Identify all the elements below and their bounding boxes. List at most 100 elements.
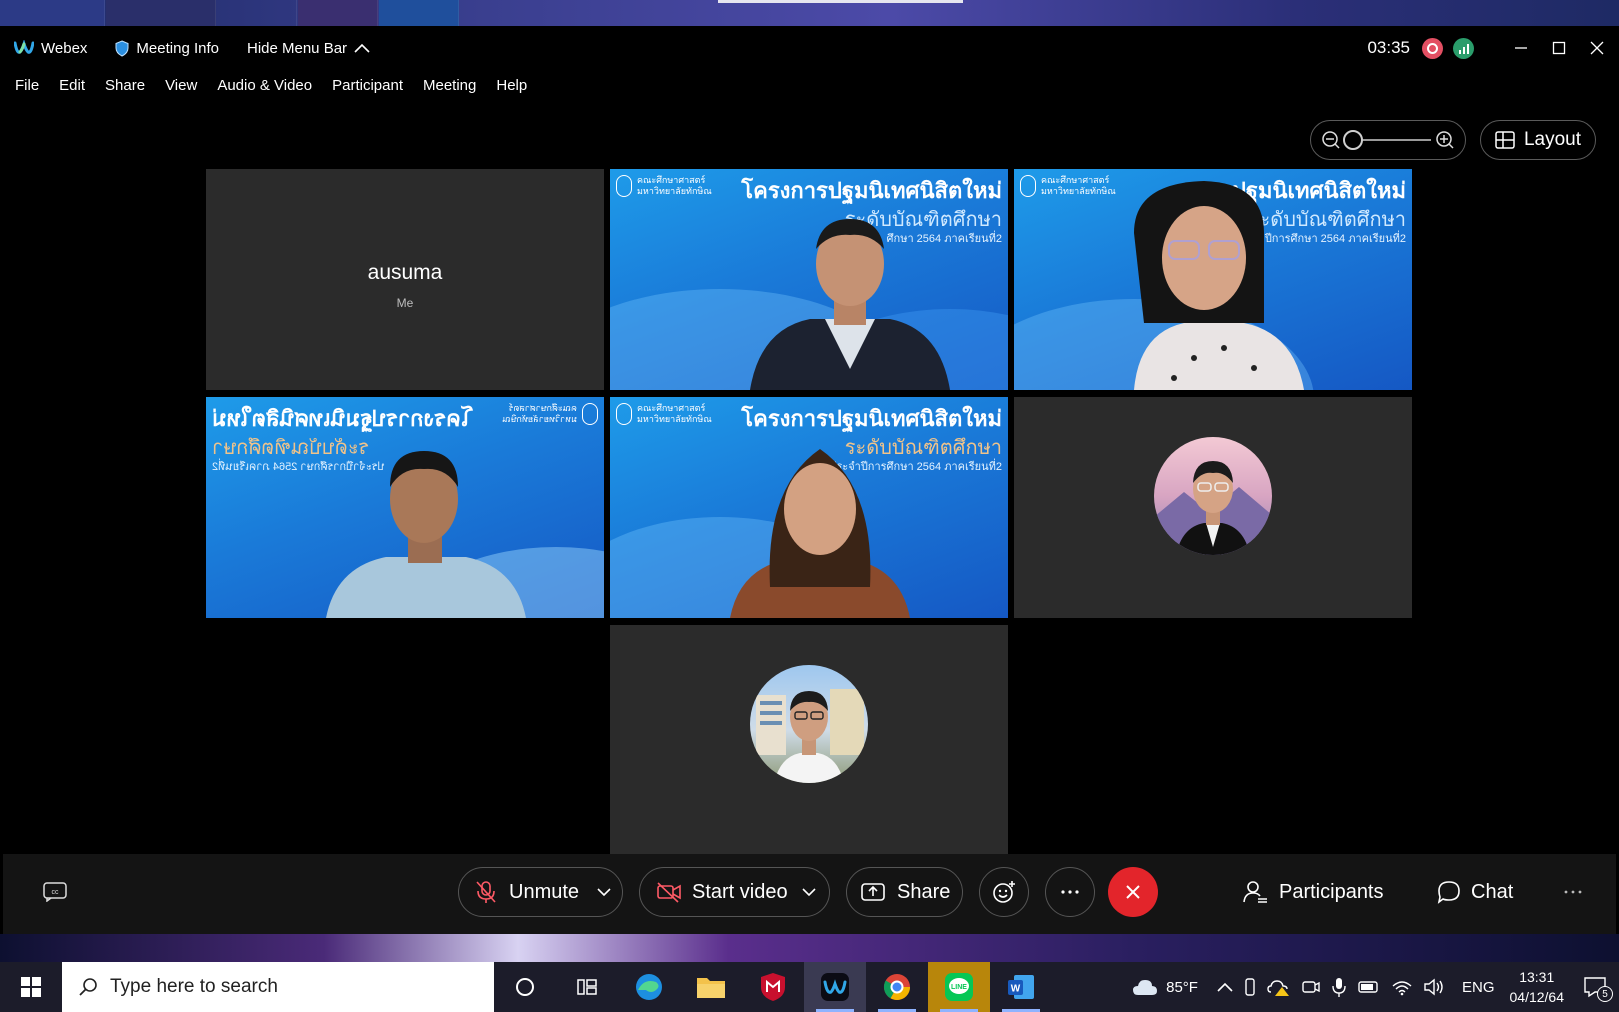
line-taskbar-button[interactable]: LINE — [928, 962, 990, 1012]
leave-meeting-button[interactable] — [1108, 867, 1158, 917]
webex-window: Webex Meeting Info Hide Menu Bar 03:35 F… — [3, 26, 1616, 934]
participants-icon — [1243, 881, 1267, 903]
closed-captions-icon: cc — [43, 882, 67, 903]
wifi-icon[interactable] — [1391, 978, 1413, 996]
microphone-muted-icon — [476, 881, 496, 903]
desktop-icon[interactable] — [379, 0, 459, 26]
video-tile-participant-5[interactable] — [1014, 397, 1412, 618]
participants-label: Participants — [1279, 880, 1384, 903]
chevron-down-icon[interactable] — [597, 887, 611, 897]
clock-date: 04/12/64 — [1509, 989, 1565, 1005]
mcafee-button[interactable] — [742, 962, 804, 1012]
system-tray: 85°F ENG 13:31 04/12/64 5 — [1127, 962, 1619, 1012]
menu-file[interactable]: File — [15, 77, 39, 94]
video-tile-participant-2[interactable]: คณะศึกษาศาสตร์ มหาวิทยาลัยทักษิณ ปฐมนิเทศ… — [1014, 169, 1412, 390]
share-label: Share — [897, 880, 951, 903]
notification-badge: 5 — [1597, 986, 1613, 1002]
meeting-info-button[interactable]: Meeting Info — [115, 40, 219, 57]
webex-taskbar-button[interactable] — [804, 962, 866, 1012]
unmute-button[interactable]: Unmute — [458, 867, 623, 917]
clock-time: 13:31 — [1519, 969, 1555, 985]
start-button[interactable] — [0, 962, 62, 1012]
chat-label: Chat — [1471, 880, 1514, 903]
zoom-out-icon[interactable] — [1321, 130, 1341, 150]
desktop-icon[interactable] — [106, 0, 216, 26]
share-button[interactable]: Share — [846, 867, 963, 917]
desktop-icon[interactable] — [0, 0, 105, 26]
recording-indicator-icon[interactable] — [1422, 37, 1443, 59]
menu-participant[interactable]: Participant — [332, 77, 403, 94]
closed-captions-button[interactable]: cc — [43, 882, 67, 907]
layout-button[interactable]: Layout — [1480, 120, 1596, 160]
minimize-button[interactable] — [1502, 26, 1540, 70]
zoom-slider[interactable] — [1343, 130, 1431, 150]
chevron-down-icon[interactable] — [802, 887, 816, 897]
zoom-slider-handle[interactable] — [1343, 130, 1363, 150]
webex-brand[interactable]: Webex — [14, 40, 87, 57]
chat-bubble-icon — [1437, 881, 1460, 904]
start-video-button[interactable]: Start video — [639, 867, 830, 917]
participant-name: ausuma — [367, 261, 443, 284]
more-options-button[interactable] — [1045, 867, 1095, 917]
university-name: มหาวิทยาลัยทักษิณ — [637, 186, 712, 196]
usb-icon[interactable] — [1243, 977, 1257, 997]
desktop-wallpaper-bottom — [0, 934, 1619, 962]
desktop-icon[interactable] — [298, 0, 378, 26]
mcafee-shield-icon — [761, 973, 785, 1001]
menu-share[interactable]: Share — [105, 77, 145, 94]
word-app-icon: W — [1008, 975, 1034, 999]
university-name: มหาวิทยาลัยทักษิณ — [1041, 186, 1116, 196]
search-placeholder: Type here to search — [110, 976, 278, 997]
participants-button[interactable]: Participants — [1243, 867, 1384, 917]
menu-audio-video[interactable]: Audio & Video — [217, 77, 312, 94]
video-tile-self[interactable]: ausuma Me — [206, 169, 604, 390]
menu-view[interactable]: View — [165, 77, 197, 94]
task-view-button[interactable] — [556, 962, 618, 1012]
svg-text:cc: cc — [52, 889, 60, 896]
reactions-button[interactable] — [979, 867, 1029, 917]
avatar — [1154, 437, 1272, 555]
menu-edit[interactable]: Edit — [59, 77, 85, 94]
battery-icon[interactable] — [1357, 978, 1381, 996]
desktop-icon[interactable] — [217, 0, 297, 26]
volume-icon[interactable] — [1423, 978, 1445, 996]
video-tile-participant-1[interactable]: คณะศึกษาศาสตร์ มหาวิทยาลัยทักษิณ โครงการป… — [610, 169, 1008, 390]
word-taskbar-button[interactable]: W — [990, 962, 1052, 1012]
close-icon — [1590, 41, 1604, 55]
start-video-label: Start video — [692, 880, 788, 903]
reaction-smiley-icon — [993, 881, 1015, 903]
notification-center-button[interactable]: 5 — [1583, 976, 1613, 1002]
zoom-in-icon[interactable] — [1435, 130, 1455, 150]
menu-meeting[interactable]: Meeting — [423, 77, 476, 94]
taskbar-search-box[interactable]: Type here to search — [62, 962, 494, 1012]
cortana-circle-icon — [516, 978, 534, 996]
cortana-button[interactable] — [494, 962, 556, 1012]
panel-more-button[interactable] — [1563, 867, 1583, 917]
onedrive-warning-icon[interactable] — [1267, 977, 1291, 997]
layout-grid-icon — [1495, 131, 1515, 149]
menu-help[interactable]: Help — [496, 77, 527, 94]
input-language[interactable]: ENG — [1462, 979, 1495, 996]
close-window-button[interactable] — [1578, 26, 1616, 70]
taskbar-clock[interactable]: 13:31 04/12/64 — [1510, 967, 1565, 1007]
video-tile-participant-4[interactable]: คณะศึกษาศาสตร์ มหาวิทยาลัยทักษิณ โครงการป… — [610, 397, 1008, 618]
chat-button[interactable]: Chat — [1437, 867, 1513, 917]
microphone-icon[interactable] — [1331, 976, 1347, 998]
video-tile-participant-3[interactable]: คณะศึกษาศาสตร์ มหาวิทยาลัยทักษิณ โครงการป… — [206, 397, 604, 618]
svg-text:W: W — [1011, 984, 1021, 995]
chevron-up-icon — [354, 43, 370, 53]
chrome-taskbar-button[interactable] — [866, 962, 928, 1012]
network-status-icon[interactable] — [1453, 37, 1474, 59]
hide-menu-bar-label: Hide Menu Bar — [246, 39, 348, 57]
file-explorer-button[interactable] — [680, 962, 742, 1012]
chevron-up-icon — [1217, 982, 1233, 992]
weather-widget[interactable]: 85°F — [1132, 977, 1198, 997]
hide-menu-bar-button[interactable]: Hide Menu Bar — [247, 40, 370, 57]
chrome-browser-icon — [883, 974, 911, 1001]
video-tile-participant-6[interactable] — [610, 625, 1008, 854]
edge-taskbar-button[interactable] — [618, 962, 680, 1012]
tray-overflow-button[interactable] — [1217, 982, 1233, 992]
maximize-button[interactable] — [1540, 26, 1578, 70]
desktop-window-edge — [718, 0, 963, 3]
meet-now-icon[interactable] — [1301, 977, 1321, 997]
